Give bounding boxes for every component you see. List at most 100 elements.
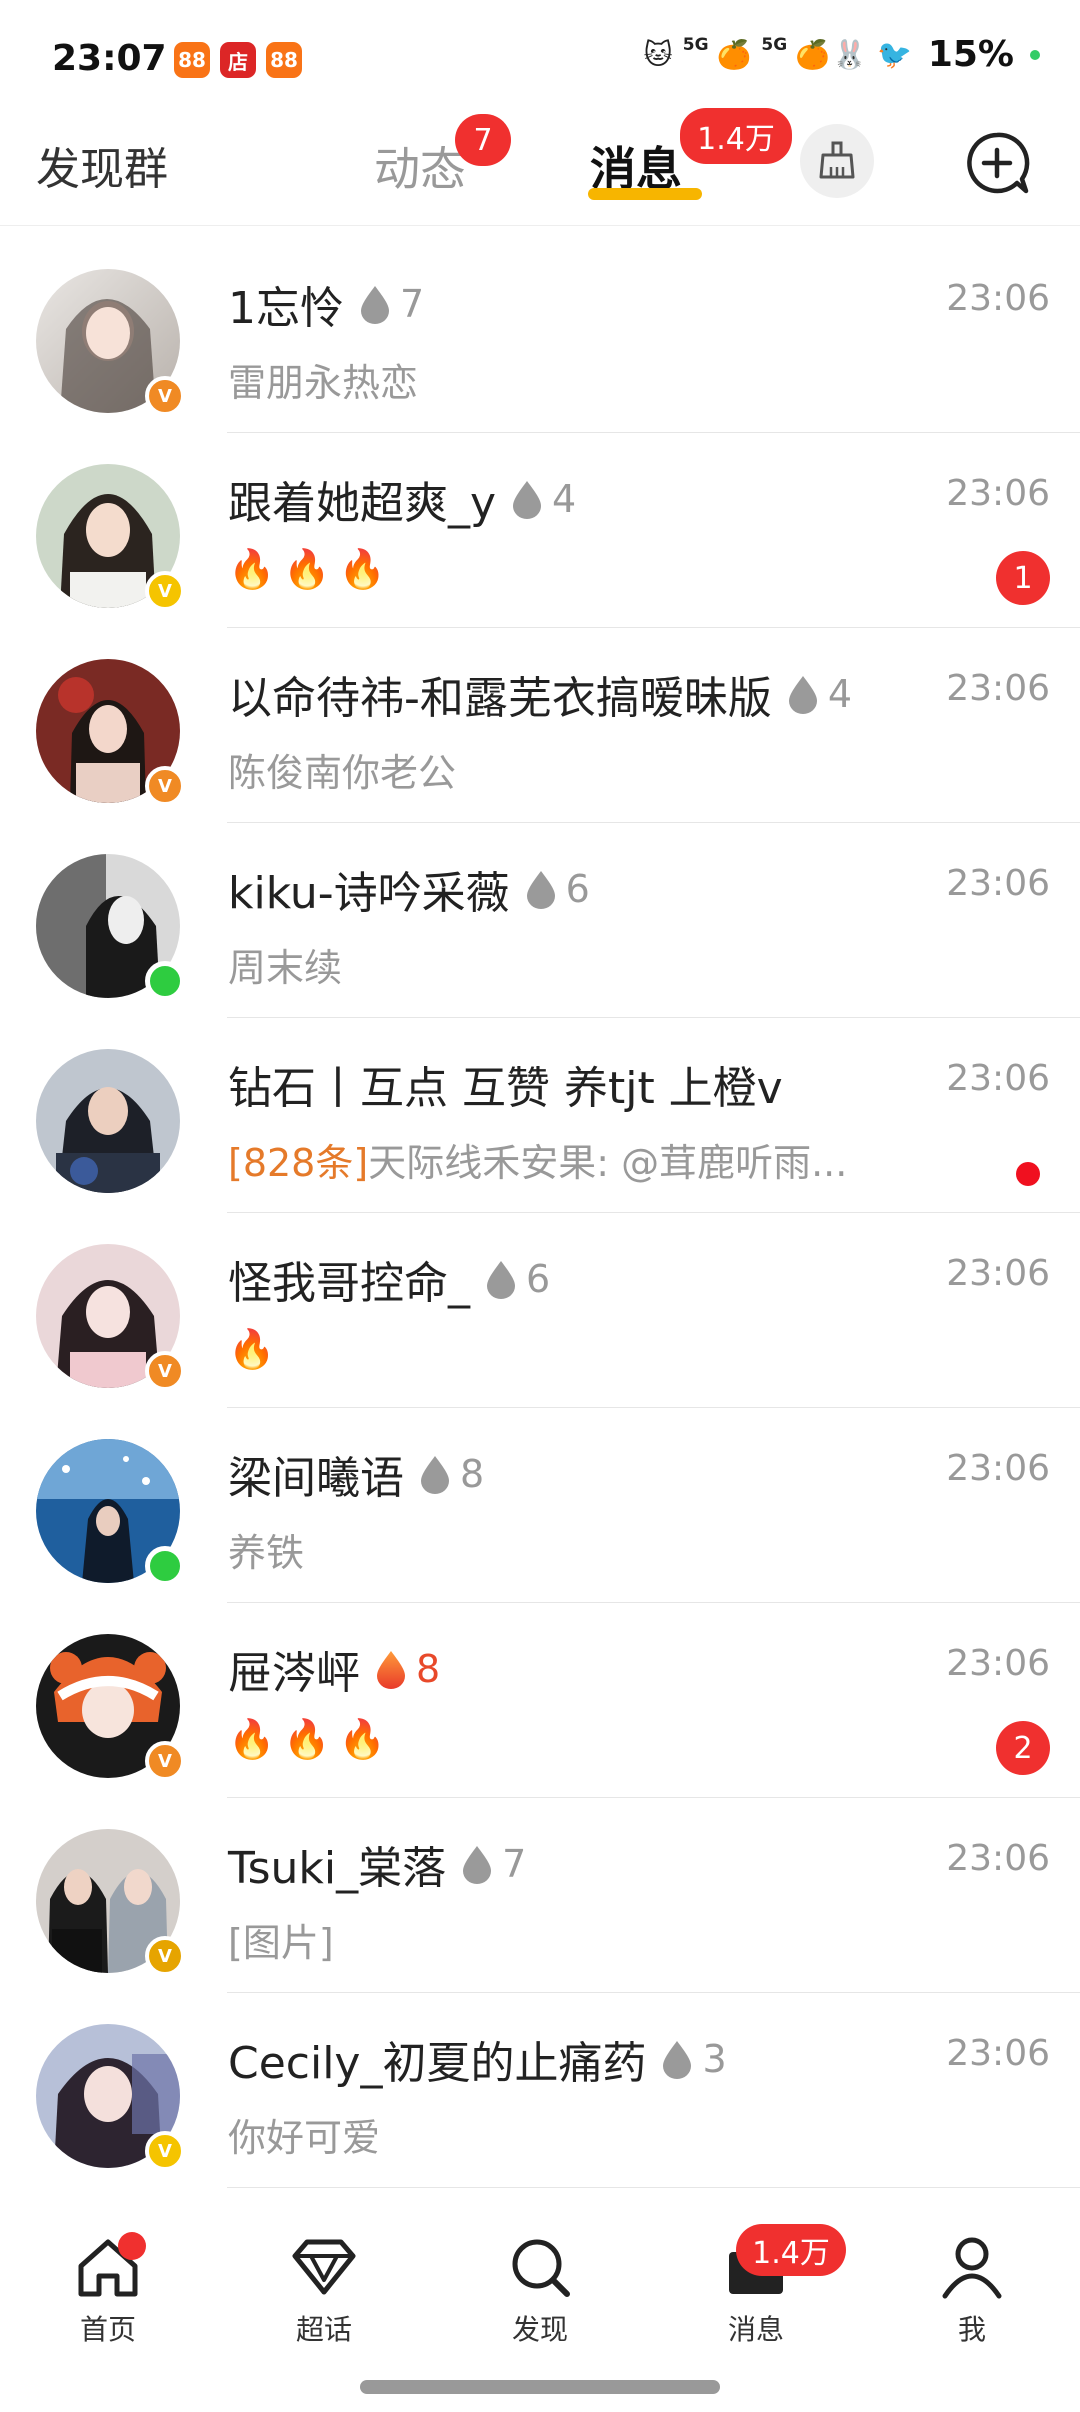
verified-badge-icon: V bbox=[145, 766, 185, 806]
message-row[interactable]: V 怪我哥控命_ 6 🔥 23:06 bbox=[0, 1213, 1080, 1408]
signal-bars-icon: 🍊 bbox=[716, 38, 754, 71]
weibo-messages-screen: 23:07 88 店 88 🐱 5G 🍊 5G 🍊🐰 🐦 15% 发现群 动态 … bbox=[0, 0, 1080, 2412]
messages-tab-badge: 1.4万 bbox=[680, 108, 792, 164]
new-chat-button[interactable] bbox=[962, 128, 1032, 198]
message-count-tag: [828条] bbox=[228, 1141, 369, 1185]
active-tab-indicator bbox=[588, 188, 702, 200]
message-time: 23:06 bbox=[946, 1253, 1050, 1294]
message-preview: 陈俊南你老公 bbox=[228, 751, 457, 795]
contact-name: 以命待祎-和露芜衣搞暧昧版 bbox=[228, 673, 772, 724]
message-preview: 🔥 bbox=[228, 1327, 284, 1371]
intimacy-level: 6 bbox=[526, 1257, 551, 1301]
contact-name: 跟着她超爽_y bbox=[228, 478, 497, 529]
intimacy-level: 4 bbox=[827, 672, 853, 716]
status-indicators: 🐱 5G 🍊 5G 🍊🐰 🐦 15% bbox=[644, 34, 1040, 75]
search-icon bbox=[512, 2239, 570, 2297]
contact-name: kiku-诗吟采薇 bbox=[228, 868, 510, 919]
message-row[interactable]: V 屉涔岼 8 🔥🔥🔥 23:06 2 bbox=[0, 1603, 1080, 1798]
contact-name: 1忘怜 bbox=[228, 283, 344, 334]
contact-name: Cecily_初夏的止痛药 bbox=[228, 2038, 647, 2089]
divider bbox=[227, 2187, 1080, 2188]
group-name: 钻石丨互点 互赞 养tjt 上橙v bbox=[228, 1063, 783, 1114]
unread-count-badge: 1 bbox=[996, 551, 1050, 605]
contact-name: 怪我哥控命_ bbox=[228, 1258, 470, 1309]
verified-badge-icon: V bbox=[145, 571, 185, 611]
message-list: V 1忘怜 7 雷朋永热恋 23:06 V 跟着她超爽_y 4 🔥🔥🔥 23:0… bbox=[0, 238, 1080, 2188]
message-row[interactable]: kiku-诗吟采薇 6 周末续 23:06 bbox=[0, 823, 1080, 1018]
message-preview: [图片] bbox=[228, 1921, 334, 1965]
intimacy-level: 4 bbox=[552, 477, 577, 521]
nav-me[interactable]: 我 bbox=[902, 2232, 1042, 2348]
contact-name: Tsuki_棠落 bbox=[228, 1843, 447, 1894]
message-row[interactable]: V 以命待祎-和露芜衣搞暧昧版 4 陈俊南你老公 23:06 bbox=[0, 628, 1080, 823]
nav-super-topic-label: 超话 bbox=[295, 2313, 352, 2346]
intimacy-drop-icon bbox=[358, 284, 392, 324]
status-bar: 23:07 88 店 88 🐱 5G 🍊 5G 🍊🐰 🐦 15% bbox=[0, 0, 1080, 110]
message-row[interactable]: V 1忘怜 7 雷朋永热恋 23:06 bbox=[0, 238, 1080, 433]
message-preview: 养铁 bbox=[228, 1531, 305, 1575]
message-time: 23:06 bbox=[946, 278, 1050, 319]
taobao-app-icon: 88 bbox=[174, 42, 210, 78]
nav-super-topic[interactable]: 超话 bbox=[254, 2232, 394, 2348]
battery-percent: 15% bbox=[927, 34, 1014, 75]
nav-discover[interactable]: 发现 bbox=[470, 2232, 610, 2348]
online-status-indicator bbox=[145, 961, 185, 1001]
message-preview: 你好可爱 bbox=[228, 2116, 381, 2160]
dynamics-badge: 7 bbox=[455, 114, 511, 166]
intimacy-drop-icon bbox=[460, 1844, 494, 1884]
battery-icon: 🐦 bbox=[876, 38, 914, 71]
message-row[interactable]: V 跟着她超爽_y 4 🔥🔥🔥 23:06 1 bbox=[0, 433, 1080, 628]
tab-dynamics[interactable]: 动态 bbox=[374, 133, 466, 199]
intimacy-drop-icon bbox=[786, 674, 820, 714]
home-indicator[interactable] bbox=[360, 2380, 720, 2394]
online-status-indicator bbox=[145, 1546, 185, 1586]
charging-dot bbox=[1030, 49, 1040, 60]
intimacy-level: 8 bbox=[460, 1452, 485, 1496]
message-preview: 🔥🔥🔥 bbox=[228, 547, 394, 591]
intimacy-level: 8 bbox=[416, 1647, 441, 1691]
message-preview: 雷朋永热恋 bbox=[228, 361, 419, 405]
message-row[interactable]: V Tsuki_棠落 7 [图片] 23:06 bbox=[0, 1798, 1080, 1993]
intimacy-drop-icon bbox=[510, 479, 544, 519]
message-time: 23:06 bbox=[946, 1838, 1050, 1879]
intimacy-fire-icon bbox=[374, 1649, 408, 1689]
contact-name: 屉涔岼 bbox=[228, 1648, 360, 1699]
notification-app-icons: 88 店 88 bbox=[174, 42, 302, 78]
messages-nav-badge: 1.4万 bbox=[736, 2224, 846, 2276]
message-preview-text: 天际线禾安果: @茸鹿听雨... bbox=[368, 1141, 848, 1185]
verified-badge-icon: V bbox=[145, 1741, 185, 1781]
verified-badge-icon: V bbox=[145, 1936, 185, 1976]
profile-icon bbox=[942, 2237, 1002, 2299]
signal-5g-icon: 5G bbox=[682, 34, 709, 55]
unread-dot bbox=[1016, 1162, 1040, 1186]
message-preview: [828条]天际线禾安果: @茸鹿听雨... bbox=[228, 1132, 847, 1187]
message-time: 23:06 bbox=[946, 2033, 1050, 2074]
home-notification-dot bbox=[118, 2232, 146, 2260]
nav-home[interactable]: 首页 bbox=[38, 2232, 178, 2348]
nav-messages-label: 消息 bbox=[727, 2313, 784, 2346]
nav-discover-label: 发现 bbox=[511, 2313, 568, 2346]
avatar[interactable] bbox=[36, 1049, 180, 1193]
intimacy-drop-icon bbox=[524, 869, 558, 909]
nav-me-label: 我 bbox=[957, 2313, 986, 2346]
diamond-icon bbox=[292, 2239, 356, 2295]
message-row[interactable]: 钻石丨互点 互赞 养tjt 上橙v [828条]天际线禾安果: @茸鹿听雨...… bbox=[0, 1018, 1080, 1213]
intimacy-level: 7 bbox=[400, 282, 425, 326]
clear-unread-button[interactable] bbox=[800, 124, 874, 198]
broom-icon bbox=[819, 141, 855, 179]
tab-discover-groups[interactable]: 发现群 bbox=[36, 133, 168, 197]
intimacy-drop-icon bbox=[418, 1454, 452, 1494]
message-preview: 周末续 bbox=[228, 946, 343, 990]
message-time: 23:06 bbox=[946, 863, 1050, 904]
intimacy-drop-icon bbox=[660, 2039, 694, 2079]
message-time: 23:06 bbox=[946, 473, 1050, 514]
chat-plus-icon bbox=[967, 132, 1030, 194]
signal-bars-icon-2: 🍊🐰 bbox=[795, 38, 869, 71]
status-time: 23:07 bbox=[52, 38, 167, 79]
contact-name: 梁间曦语 bbox=[228, 1453, 404, 1504]
verified-badge-icon: V bbox=[145, 2131, 185, 2171]
store-app-icon: 店 bbox=[220, 42, 256, 78]
message-time: 23:06 bbox=[946, 1643, 1050, 1684]
message-row[interactable]: 梁间曦语 8 养铁 23:06 bbox=[0, 1408, 1080, 1603]
message-row[interactable]: V Cecily_初夏的止痛药 3 你好可爱 23:06 bbox=[0, 1993, 1080, 2188]
